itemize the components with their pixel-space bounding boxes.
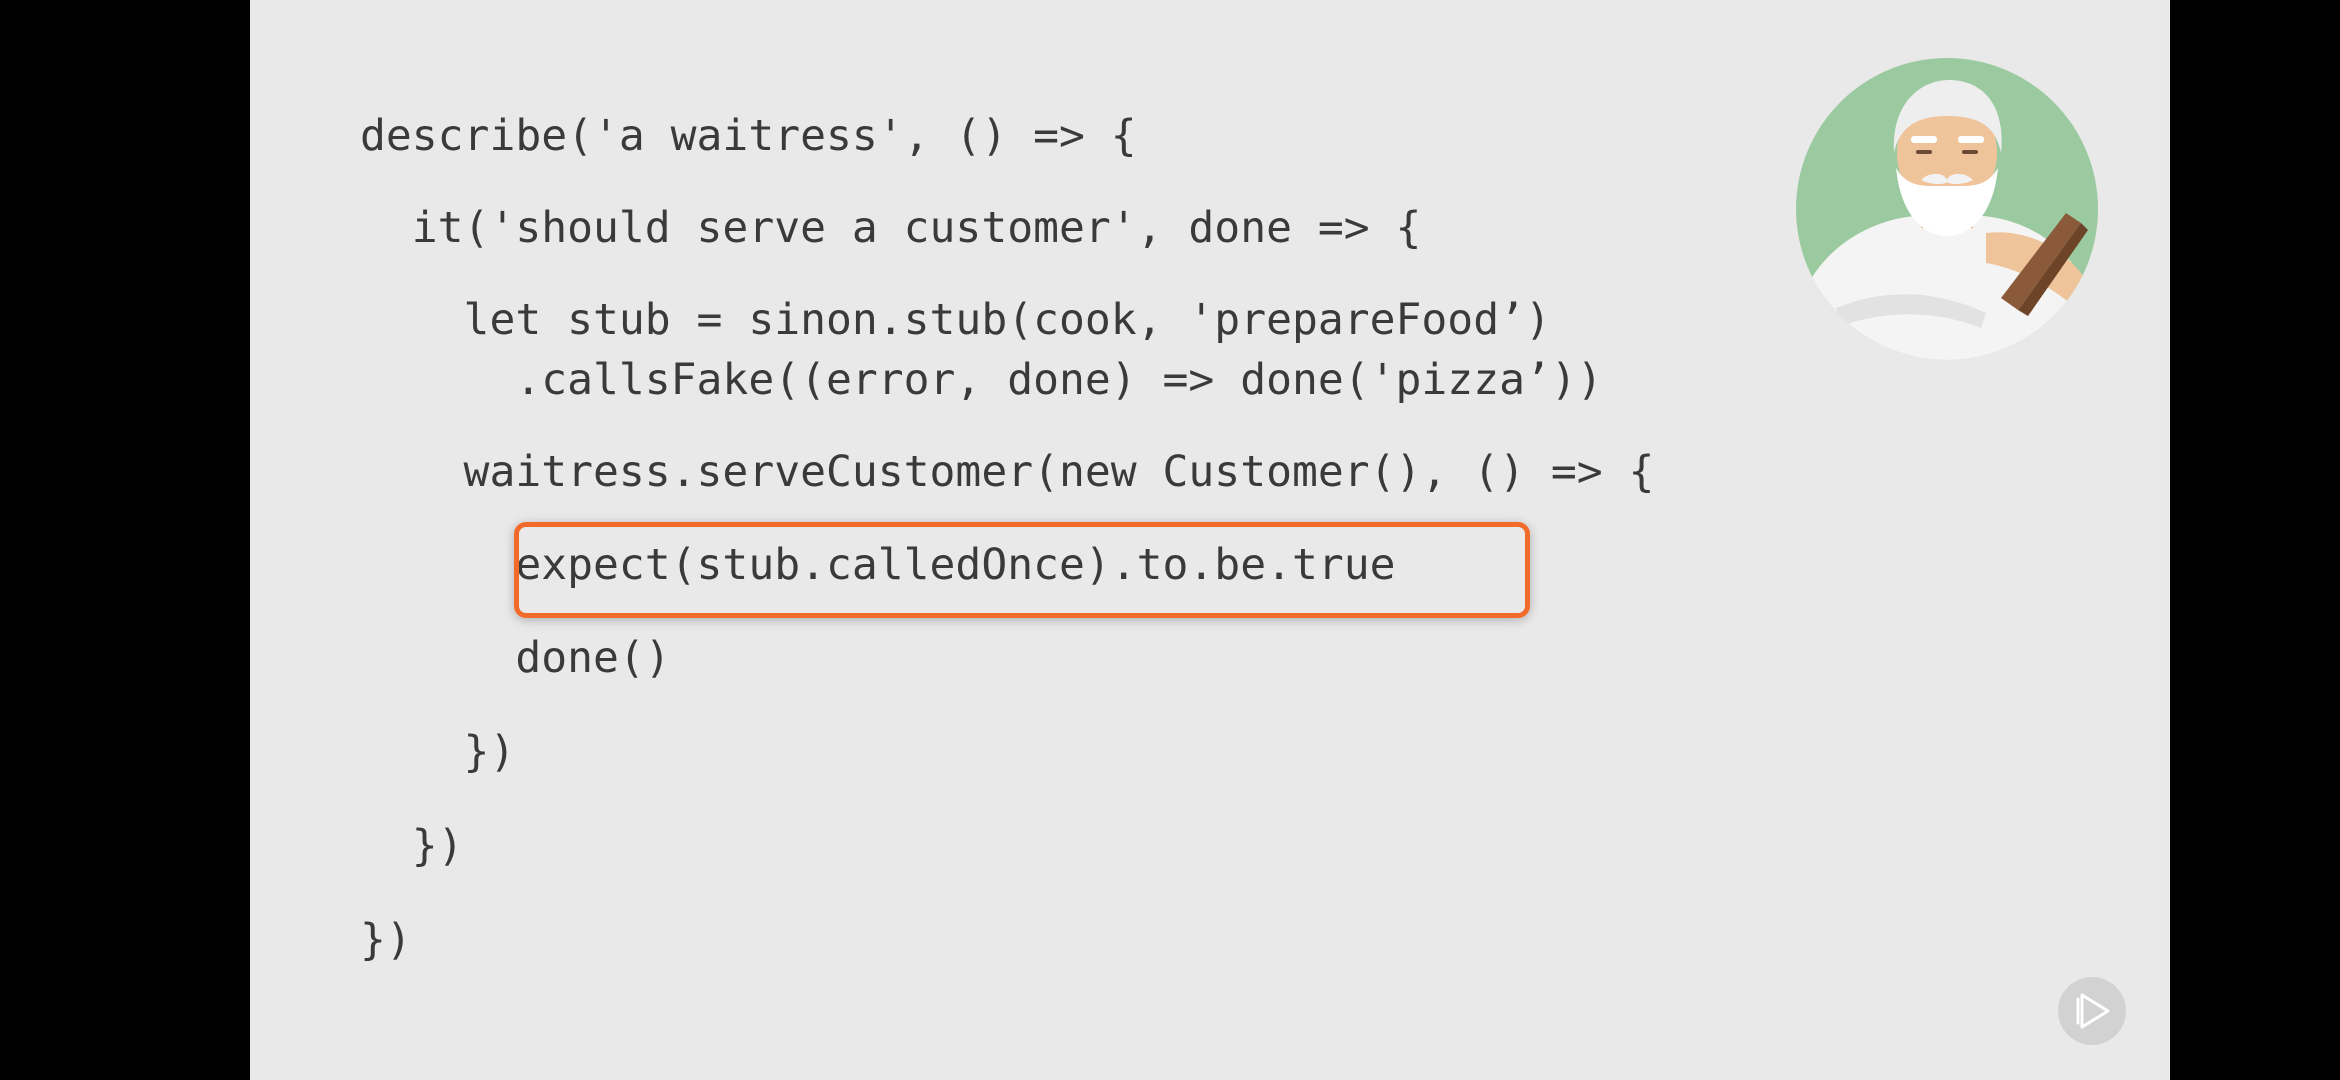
bearded-old-man-avatar-icon — [1796, 58, 2098, 360]
code-line-close-it: }) — [360, 821, 464, 871]
code-line-done: done() — [360, 633, 671, 683]
play-triangle-logo-icon — [2058, 977, 2126, 1045]
code-line-callsfake: .callsFake((error, done) => done('pizza’… — [360, 355, 1603, 405]
code-line-close-callback: }) — [360, 727, 516, 777]
code-line-close-describe: }) — [360, 915, 412, 965]
presentation-slide: describe('a waitress', () => { it('shoul… — [250, 0, 2170, 1080]
code-line-stub: let stub = sinon.stub(cook, 'prepareFood… — [360, 295, 1551, 345]
highlight-box — [514, 522, 1530, 618]
code-line-describe: describe('a waitress', () => { — [360, 111, 1137, 161]
code-line-serve-customer: waitress.serveCustomer(new Customer(), (… — [360, 447, 1655, 497]
avatar — [1796, 58, 2098, 360]
code-line-it: it('should serve a customer', done => { — [360, 203, 1422, 253]
